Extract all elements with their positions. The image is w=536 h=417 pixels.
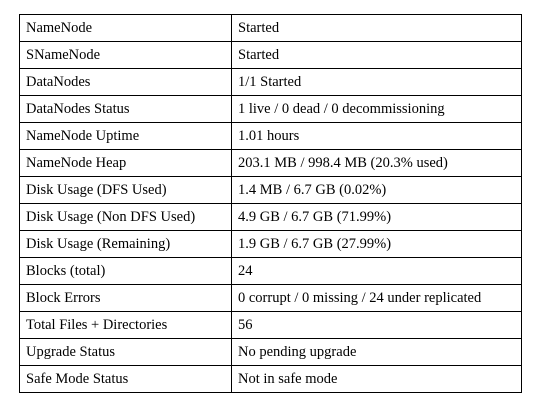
table-row: Disk Usage (DFS Used) 1.4 MB / 6.7 GB (0.…	[19, 176, 522, 204]
row-label: Upgrade Status	[19, 338, 232, 366]
hdfs-status-table: NameNode Started SNameNode Started DataNodes…	[19, 14, 522, 393]
row-label: SNameNode	[19, 41, 232, 69]
row-value: 56	[231, 311, 522, 339]
table-row: Total Files + Directories 56	[19, 311, 522, 339]
row-label: DataNodes	[19, 68, 232, 96]
table-row: NameNode Uptime 1.01 hours	[19, 122, 522, 150]
table-row: NameNode Started	[19, 14, 522, 42]
table-row: Blocks (total) 24	[19, 257, 522, 285]
row-value: 1.9 GB / 6.7 GB (27.99%)	[231, 230, 522, 258]
row-label: Block Errors	[19, 284, 232, 312]
row-label: DataNodes Status	[19, 95, 232, 123]
table-row: Disk Usage (Remaining) 1.9 GB / 6.7 GB (2…	[19, 230, 522, 258]
row-value: 0 corrupt / 0 missing / 24 under replica…	[231, 284, 522, 312]
row-value: Started	[231, 41, 522, 69]
table-row: Safe Mode Status Not in safe mode	[19, 365, 522, 393]
table-row: DataNodes Status 1 live / 0 dead / 0 deco…	[19, 95, 522, 123]
row-value: 1/1 Started	[231, 68, 522, 96]
row-value: Started	[231, 14, 522, 42]
row-value: Not in safe mode	[231, 365, 522, 393]
row-value: 1.4 MB / 6.7 GB (0.02%)	[231, 176, 522, 204]
row-label: Blocks (total)	[19, 257, 232, 285]
table-row: Disk Usage (Non DFS Used) 4.9 GB / 6.7 GB…	[19, 203, 522, 231]
table-row: SNameNode Started	[19, 41, 522, 69]
row-label: Disk Usage (DFS Used)	[19, 176, 232, 204]
table-row: Upgrade Status No pending upgrade	[19, 338, 522, 366]
row-value: 203.1 MB / 998.4 MB (20.3% used)	[231, 149, 522, 177]
row-value: 1.01 hours	[231, 122, 522, 150]
table-row: Block Errors 0 corrupt / 0 missing / 24 u…	[19, 284, 522, 312]
row-label: NameNode Heap	[19, 149, 232, 177]
row-value: 24	[231, 257, 522, 285]
row-value: 4.9 GB / 6.7 GB (71.99%)	[231, 203, 522, 231]
row-label: Safe Mode Status	[19, 365, 232, 393]
row-label: Disk Usage (Remaining)	[19, 230, 232, 258]
row-value: No pending upgrade	[231, 338, 522, 366]
row-label: NameNode Uptime	[19, 122, 232, 150]
row-label: Total Files + Directories	[19, 311, 232, 339]
row-label: Disk Usage (Non DFS Used)	[19, 203, 232, 231]
table-row: NameNode Heap 203.1 MB / 998.4 MB (20.3% …	[19, 149, 522, 177]
row-value: 1 live / 0 dead / 0 decommissioning	[231, 95, 522, 123]
row-label: NameNode	[19, 14, 232, 42]
table-row: DataNodes 1/1 Started	[19, 68, 522, 96]
